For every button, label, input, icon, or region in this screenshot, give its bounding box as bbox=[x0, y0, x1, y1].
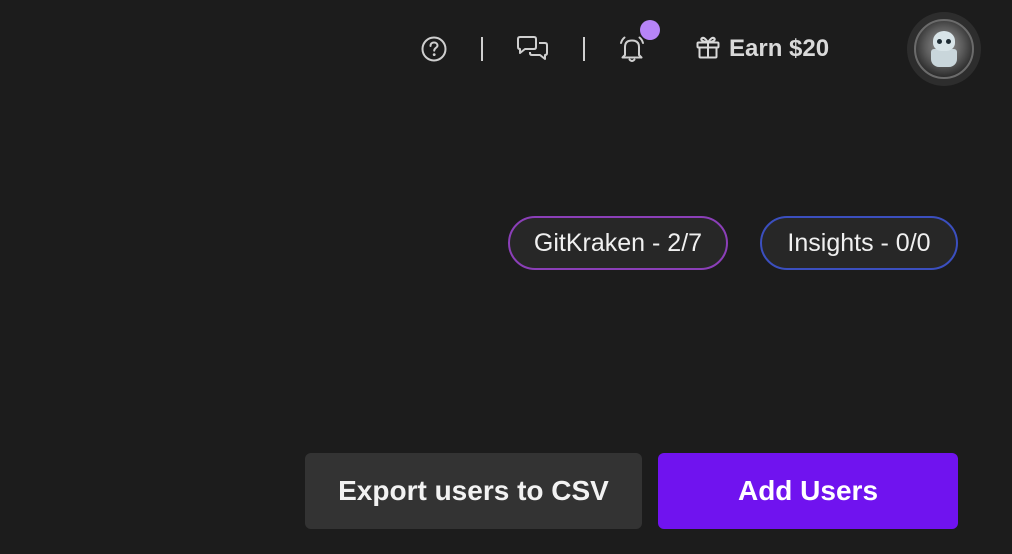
chat-bubbles-icon[interactable] bbox=[515, 34, 551, 64]
export-users-csv-button[interactable]: Export users to CSV bbox=[305, 453, 642, 529]
insights-license-pill[interactable]: Insights - 0/0 bbox=[760, 216, 958, 270]
bell-icon[interactable] bbox=[617, 34, 647, 64]
topbar-divider bbox=[481, 37, 483, 61]
page: Earn $20 GitKraken - 2/7 Insights - 0/0 … bbox=[0, 0, 1012, 554]
add-users-button[interactable]: Add Users bbox=[658, 453, 958, 529]
topbar-divider bbox=[583, 37, 585, 61]
gift-icon bbox=[695, 34, 721, 65]
notification-dot bbox=[640, 20, 660, 40]
avatar-image bbox=[914, 19, 974, 79]
help-icon[interactable] bbox=[419, 34, 449, 64]
earn-referral-link[interactable]: Earn $20 bbox=[695, 34, 829, 64]
user-avatar[interactable] bbox=[907, 12, 981, 86]
earn-label: Earn $20 bbox=[729, 35, 830, 62]
gitkraken-license-pill[interactable]: GitKraken - 2/7 bbox=[508, 216, 728, 270]
